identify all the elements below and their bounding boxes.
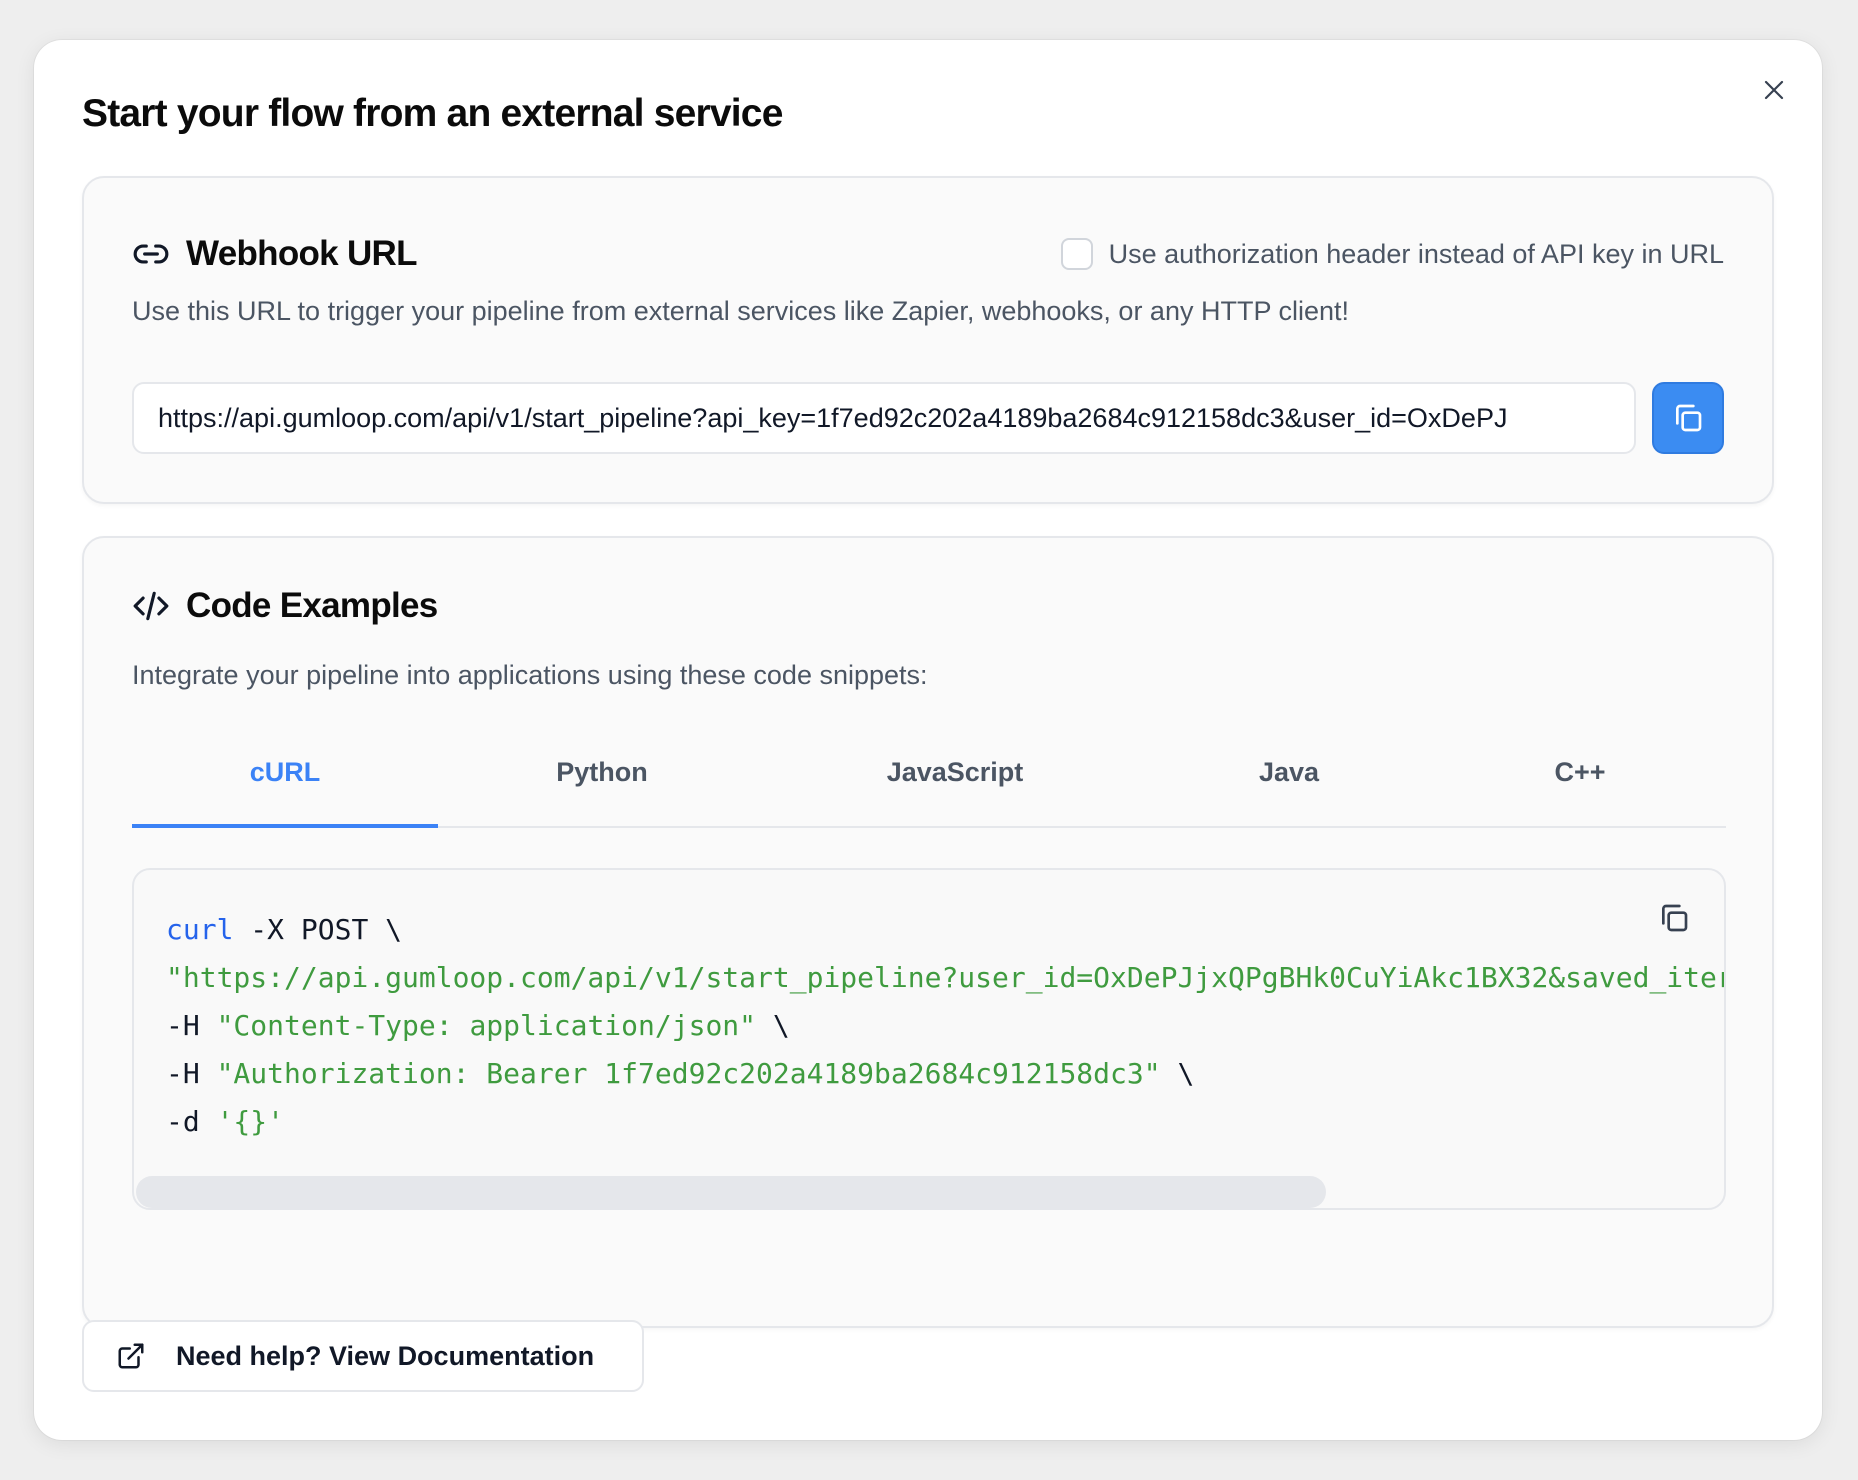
- language-tabs: cURL Python JavaScript Java C++: [132, 718, 1726, 828]
- tab-cpp[interactable]: C++: [1434, 718, 1726, 826]
- code-token-text: \: [1160, 1057, 1195, 1090]
- code-line-4: -H "Authorization: Bearer 1f7ed92c202a41…: [166, 1050, 1724, 1098]
- auth-header-label: Use authorization header instead of API …: [1108, 238, 1724, 269]
- copy-icon: [1662, 904, 1688, 932]
- tab-javascript[interactable]: JavaScript: [766, 718, 1144, 826]
- code-token-flag: -H: [166, 1057, 217, 1090]
- view-documentation-label: Need help? View Documentation: [176, 1340, 595, 1371]
- code-token-string: "https://api.gumloop.com/api/v1/start_pi…: [166, 961, 1726, 994]
- code-token-string: "Content-Type: application/json": [216, 1009, 757, 1042]
- tab-curl[interactable]: cURL: [132, 718, 438, 828]
- close-button[interactable]: [1754, 70, 1794, 110]
- webhook-card: Webhook URL Use authorization header ins…: [82, 176, 1774, 504]
- code-snippet: curl -X POST \ "https://api.gumloop.com/a…: [166, 906, 1724, 1146]
- copy-icon: [1676, 404, 1702, 432]
- auth-header-checkbox[interactable]: [1060, 238, 1093, 270]
- code-token-flag: -d: [166, 1105, 217, 1138]
- code-horizontal-scrollbar[interactable]: [136, 1176, 1326, 1208]
- code-icon: [133, 591, 169, 621]
- code-line-2: "https://api.gumloop.com/api/v1/start_pi…: [166, 954, 1724, 1002]
- webhook-description: Use this URL to trigger your pipeline fr…: [132, 296, 1350, 326]
- code-token-text: \: [756, 1009, 790, 1042]
- close-icon: [1764, 80, 1784, 100]
- webhook-url-text: https://api.gumloop.com/api/v1/start_pip…: [158, 402, 1508, 433]
- webhook-header: Webhook URL: [132, 234, 418, 274]
- copy-url-button[interactable]: [1652, 382, 1724, 454]
- code-examples-description: Integrate your pipeline into application…: [132, 660, 928, 690]
- link-icon: [133, 244, 169, 264]
- code-line-1: curl -X POST \: [166, 906, 1724, 954]
- webhook-url-field[interactable]: https://api.gumloop.com/api/v1/start_pip…: [132, 382, 1636, 454]
- webhook-title: Webhook URL: [186, 234, 418, 273]
- copy-code-button[interactable]: [1654, 898, 1694, 938]
- code-token-string: '{}': [216, 1105, 285, 1138]
- code-token-string: "Authorization: Bearer 1f7ed92c202a4189b…: [216, 1057, 1161, 1090]
- external-link-icon: [118, 1343, 144, 1369]
- code-token-command: curl: [166, 913, 234, 946]
- dialog: Start your flow from an external service…: [34, 40, 1822, 1440]
- code-line-5: -d '{}': [166, 1098, 1724, 1146]
- tab-python[interactable]: Python: [438, 718, 766, 826]
- dialog-title: Start your flow from an external service: [82, 92, 783, 135]
- code-examples-header: Code Examples: [132, 586, 438, 626]
- code-token-text: -X POST \: [233, 913, 403, 946]
- code-line-3: -H "Content-Type: application/json" \: [166, 1002, 1724, 1050]
- view-documentation-button[interactable]: Need help? View Documentation: [82, 1320, 644, 1392]
- code-examples-title: Code Examples: [186, 586, 438, 625]
- code-token-flag: -H: [166, 1009, 217, 1042]
- tab-java[interactable]: Java: [1144, 718, 1434, 826]
- auth-header-toggle[interactable]: Use authorization header instead of API …: [1060, 238, 1724, 270]
- code-snippet-box[interactable]: curl -X POST \ "https://api.gumloop.com/a…: [132, 868, 1726, 1210]
- code-examples-card: Code Examples Integrate your pipeline in…: [82, 536, 1774, 1328]
